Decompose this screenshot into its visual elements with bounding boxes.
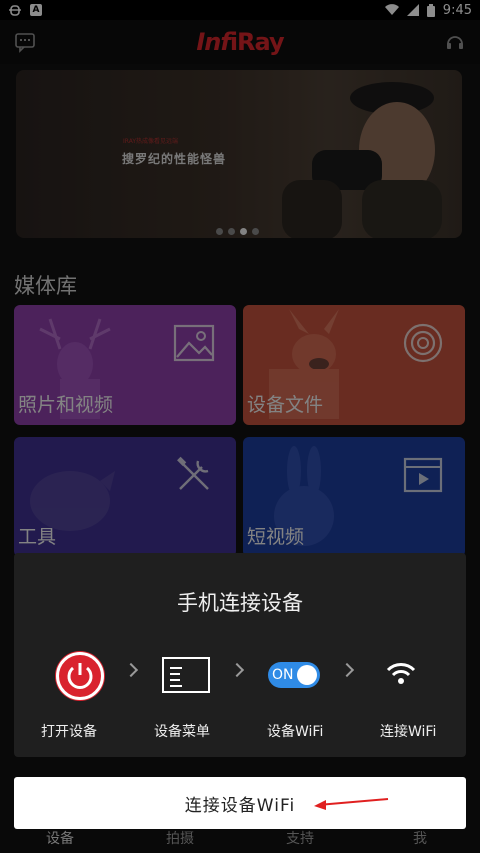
chevron-right-icon (339, 662, 355, 678)
toggle-icon: ON (268, 662, 320, 688)
menu-icon (162, 657, 210, 693)
nav-item-support[interactable]: 支持 (240, 825, 360, 853)
dialog-title: 手机连接设备 (177, 591, 303, 615)
connect-wifi-button[interactable]: 连接设备WiFi (14, 777, 466, 829)
bottom-nav: 设备 拍摄 支持 我 (0, 825, 480, 853)
nav-item-me[interactable]: 我 (360, 825, 480, 853)
step-label-menu: 设备菜单 (154, 724, 210, 740)
nav-item-capture[interactable]: 拍摄 (120, 825, 240, 853)
wifi-icon (386, 663, 416, 684)
chevron-right-icon (123, 662, 139, 678)
step-label-wifi-toggle: 设备WiFi (267, 724, 324, 740)
toggle-text: ON (272, 667, 294, 683)
power-icon (56, 652, 104, 700)
nav-item-device[interactable]: 设备 (0, 825, 120, 853)
arrow-icon (314, 798, 389, 810)
step-label-power: 打开设备 (41, 724, 97, 740)
step-label-connect-wifi: 连接WiFi (380, 724, 437, 740)
connect-device-dialog: 手机连接设备 ON 打开设备 设备菜单 设备WiFi 连接WiFi (14, 553, 466, 757)
chevron-right-icon (229, 662, 245, 678)
